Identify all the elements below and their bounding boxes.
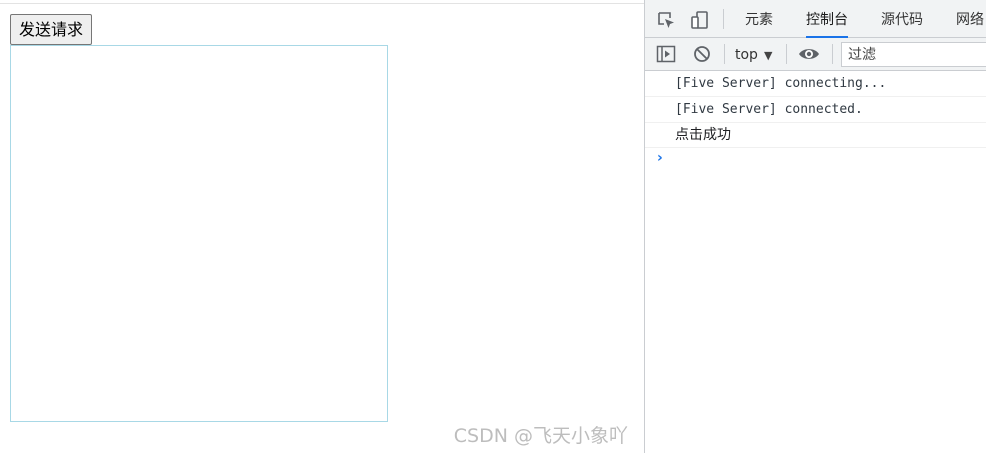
toolbar-divider: [786, 44, 787, 64]
console-toolbar: top ▼: [645, 38, 986, 71]
page-top-divider: [0, 3, 644, 4]
console-message: 点击成功: [645, 123, 986, 148]
inspect-element-icon[interactable]: [655, 9, 677, 31]
toolbar-divider: [832, 44, 833, 64]
watermark-text: CSDN @飞天小象吖: [453, 425, 628, 447]
tab-sources[interactable]: 源代码: [881, 0, 923, 37]
console-message: [Five Server] connecting...: [645, 71, 986, 97]
context-selector[interactable]: top ▼: [735, 45, 772, 65]
devtools-tabbar: 元素 控制台 源代码 网络: [645, 0, 986, 38]
console-filter-input[interactable]: [841, 42, 986, 67]
tab-network[interactable]: 网络: [956, 0, 984, 37]
toolbar-divider: [724, 44, 725, 64]
page-viewport: 发送请求 CSDN @飞天小象吖: [0, 0, 644, 453]
tabbar-divider: [723, 9, 724, 29]
dropdown-arrow-icon: ▼: [763, 48, 773, 62]
console-prompt-chevron-icon[interactable]: ›: [657, 150, 663, 166]
console-output: [Five Server] connecting... [Five Server…: [645, 71, 986, 166]
show-sidebar-icon[interactable]: [655, 43, 677, 65]
tab-console[interactable]: 控制台: [806, 0, 848, 38]
console-message: [Five Server] connected.: [645, 97, 986, 123]
context-selector-value: top: [735, 47, 758, 63]
result-container: [10, 45, 388, 422]
send-request-button[interactable]: 发送请求: [10, 14, 93, 45]
tab-elements[interactable]: 元素: [745, 0, 773, 37]
clear-console-icon[interactable]: [691, 43, 713, 65]
devtools-panel: 元素 控制台 源代码 网络 top ▼ 过滤 [Five Server] con…: [644, 0, 986, 453]
device-toolbar-icon[interactable]: [689, 9, 711, 31]
live-expression-eye-icon[interactable]: [796, 43, 822, 65]
